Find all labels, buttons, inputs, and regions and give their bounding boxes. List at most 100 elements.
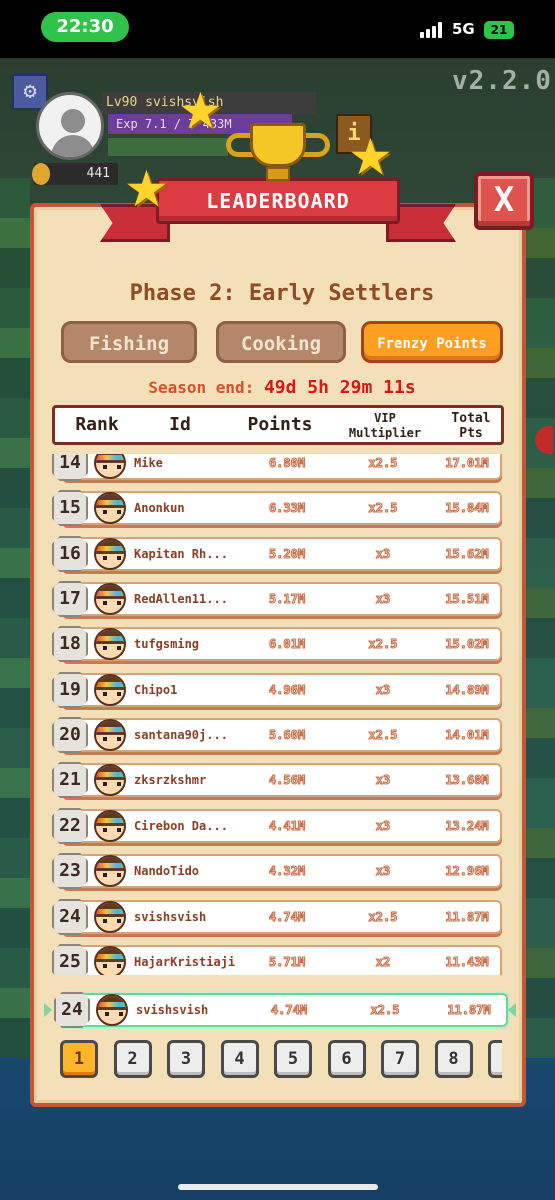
row-rank: 21 bbox=[52, 762, 88, 798]
table-row[interactable]: 21 zksrzkshmr 4.56M x3 13.68M bbox=[52, 762, 504, 798]
my-rank-row[interactable]: 24 svishsvish 4.74M x2.5 11.87M bbox=[42, 992, 518, 1028]
row-total: 14.89M bbox=[445, 683, 489, 698]
row-points: 5.71M bbox=[268, 955, 306, 970]
page-button[interactable]: 8 bbox=[434, 1040, 473, 1078]
row-player-name: RedAllen11... bbox=[134, 592, 228, 606]
table-row[interactable]: 14 Mike 6.80M x2.5 17.01M bbox=[52, 454, 504, 481]
table-row[interactable]: 22 Cirebon Da... 4.41M x3 13.24M bbox=[52, 808, 504, 844]
table-row[interactable]: 24 svishsvish 4.74M x2.5 11.87M bbox=[52, 899, 504, 935]
row-multiplier: x2 bbox=[375, 955, 391, 970]
page-button-next[interactable] bbox=[488, 1040, 502, 1078]
row-total: 14.01M bbox=[445, 728, 489, 743]
row-multiplier: x3 bbox=[375, 683, 391, 698]
table-row[interactable]: 16 Kapitan Rh... 5.20M x3 15.62M bbox=[52, 536, 504, 572]
row-total: 13.68M bbox=[445, 773, 489, 788]
player-avatar bbox=[94, 674, 126, 706]
page-button[interactable]: 4 bbox=[220, 1040, 259, 1078]
status-time: 22:30 bbox=[41, 12, 129, 42]
coin-icon bbox=[32, 163, 50, 185]
column-id: Id bbox=[169, 414, 191, 435]
my-rank: 24 bbox=[54, 992, 90, 1028]
row-rank: 22 bbox=[52, 808, 88, 844]
row-points: 6.80M bbox=[268, 456, 306, 471]
row-multiplier: x2.5 bbox=[368, 637, 398, 652]
row-rank: 15 bbox=[52, 490, 88, 526]
column-vip-multiplier: VIP Multiplier bbox=[348, 411, 422, 440]
row-player-name: HajarKristiaji bbox=[134, 955, 236, 969]
row-rank: 20 bbox=[52, 717, 88, 753]
row-points: 4.32M bbox=[268, 864, 306, 879]
row-player-name: Cirebon Da... bbox=[134, 819, 228, 833]
row-total: 11.87M bbox=[445, 910, 489, 925]
season-time: 49d 5h 29m 11s bbox=[263, 377, 416, 398]
leaderboard-list[interactable]: 14 Mike 6.80M x2.5 17.01M 15 Anonkun 6.33M x2.5 1… bbox=[48, 454, 508, 975]
row-player-name: NandoTido bbox=[134, 864, 200, 878]
page-button[interactable]: 3 bbox=[167, 1040, 205, 1078]
player-avatar bbox=[94, 492, 126, 524]
player-avatar bbox=[94, 901, 126, 933]
row-rank: 18 bbox=[52, 626, 88, 662]
table-row[interactable]: 25 HajarKristiaji 5.71M x2 11.43M bbox=[52, 944, 504, 975]
my-multiplier: x2.5 bbox=[370, 1003, 400, 1018]
my-total: 11.87M bbox=[447, 1003, 491, 1018]
player-avatar bbox=[94, 583, 126, 615]
row-player-name: Kapitan Rh... bbox=[134, 547, 228, 561]
row-player-name: Chipo1 bbox=[134, 683, 178, 697]
phase-title: Phase 2: Early Settlers bbox=[129, 281, 435, 306]
row-rank: 17 bbox=[52, 581, 88, 617]
tab-cooking[interactable]: Cooking bbox=[216, 321, 346, 363]
player-avatar bbox=[94, 538, 126, 570]
row-total: 17.01M bbox=[445, 456, 489, 471]
tab-frenzy-points[interactable]: Frenzy Points bbox=[361, 321, 503, 363]
page-button[interactable]: 6 bbox=[327, 1040, 366, 1078]
star-icon: ★ bbox=[124, 160, 169, 218]
left-marker-icon bbox=[44, 1003, 52, 1017]
status-bar: 22:30 5G 21 bbox=[0, 0, 555, 58]
page-button[interactable]: 1 bbox=[60, 1040, 98, 1078]
row-total: 12.96M bbox=[445, 864, 489, 879]
page-button[interactable]: 5 bbox=[274, 1040, 312, 1078]
star-icon: ★ bbox=[348, 128, 393, 186]
row-points: 4.56M bbox=[268, 773, 306, 788]
forest-left bbox=[0, 178, 30, 1058]
table-row[interactable]: 20 santana90j... 5.60M x2.5 14.01M bbox=[52, 717, 504, 753]
star-icon: ★ bbox=[178, 82, 223, 140]
row-rank: 24 bbox=[52, 899, 88, 935]
row-rank: 23 bbox=[52, 853, 88, 889]
row-multiplier: x3 bbox=[375, 592, 391, 607]
player-avatar bbox=[94, 810, 126, 842]
column-total-pts: Total Pts bbox=[451, 411, 491, 441]
table-row[interactable]: 17 RedAllen11... 5.17M x3 15.51M bbox=[52, 581, 504, 617]
close-button[interactable]: X bbox=[474, 172, 534, 230]
column-points: Points bbox=[247, 414, 313, 435]
table-row[interactable]: 19 Chipo1 4.96M x3 14.89M bbox=[52, 672, 504, 708]
trophy-icon bbox=[226, 123, 330, 185]
row-player-name: zksrzkshmr bbox=[134, 773, 207, 787]
my-points: 4.74M bbox=[270, 1003, 308, 1018]
row-multiplier: x3 bbox=[375, 773, 391, 788]
page-button[interactable]: 7 bbox=[381, 1040, 419, 1078]
leaderboard-panel: Phase 2: Early Settlers Fishing Cooking … bbox=[30, 203, 526, 1107]
row-points: 4.41M bbox=[268, 819, 306, 834]
table-row[interactable]: 23 NandoTido 4.32M x3 12.96M bbox=[52, 853, 504, 889]
row-total: 15.02M bbox=[445, 637, 489, 652]
row-player-name: Mike bbox=[134, 456, 163, 470]
signal-icon bbox=[420, 22, 446, 38]
player-avatar bbox=[94, 628, 126, 660]
page-button[interactable]: 2 bbox=[113, 1040, 152, 1078]
row-points: 5.20M bbox=[268, 547, 306, 562]
row-player-name: tufgsming bbox=[134, 637, 200, 651]
table-row[interactable]: 15 Anonkun 6.33M x2.5 15.84M bbox=[52, 490, 504, 526]
row-player-name: Anonkun bbox=[134, 501, 185, 515]
player-avatar[interactable] bbox=[36, 92, 104, 160]
row-multiplier: x3 bbox=[375, 864, 391, 879]
table-row[interactable]: 18 tufgsming 6.01M x2.5 15.02M bbox=[52, 626, 504, 662]
row-points: 4.96M bbox=[268, 683, 306, 698]
home-indicator bbox=[178, 1184, 378, 1190]
row-player-name: santana90j... bbox=[134, 728, 228, 742]
row-multiplier: x2.5 bbox=[368, 501, 398, 516]
version-label: v2.2.0 bbox=[452, 66, 552, 96]
right-marker-icon bbox=[508, 1003, 516, 1017]
row-total: 15.62M bbox=[445, 547, 489, 562]
tab-fishing[interactable]: Fishing bbox=[61, 321, 197, 363]
